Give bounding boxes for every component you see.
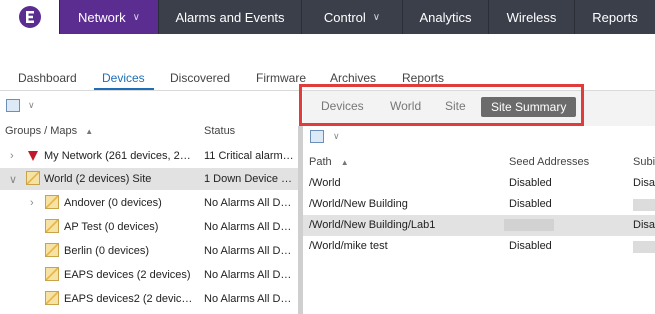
cell-path: /World/mike test <box>309 240 388 252</box>
tab-dashboard[interactable]: Dashboard <box>18 71 77 85</box>
redacted-cell <box>633 241 655 253</box>
path-header-label: Path <box>309 156 332 168</box>
table-menu-icon[interactable] <box>310 130 324 143</box>
tree-row-status: No Alarms All D… <box>204 293 292 305</box>
tab-devices[interactable]: Devices <box>102 71 145 85</box>
sort-ascending-icon: ▲ <box>340 158 349 167</box>
nav-analytics-label: Analytics <box>419 9 472 25</box>
tree-row-berlin[interactable]: Berlin (0 devices) No Alarms All D… <box>0 240 298 262</box>
extreme-logo-icon[interactable] <box>0 0 59 34</box>
tree-row-ap-test[interactable]: AP Test (0 devices) No Alarms All D… <box>0 216 298 238</box>
cell-subnet: Disa <box>633 219 655 231</box>
tree-row-label: Andover (0 devices) <box>64 197 162 209</box>
column-header-groups-maps[interactable]: Groups / Maps ▲ <box>5 125 93 137</box>
map-icon <box>45 195 59 209</box>
cell-subnet: Disa <box>633 177 655 189</box>
tree-row-status: No Alarms All D… <box>204 269 292 281</box>
tree-row-status: 1 Down Device … <box>204 173 293 185</box>
nav-analytics[interactable]: Analytics <box>402 0 488 34</box>
map-icon <box>45 267 59 281</box>
site-summary-table: ∨ Path ▲ Seed Addresses Subi /World Disa… <box>303 126 655 314</box>
expand-arrow-icon[interactable]: › <box>30 197 34 209</box>
cell-path: /World/New Building/Lab1 <box>309 219 436 231</box>
cell-seed: Disabled <box>509 177 552 189</box>
tab-firmware[interactable]: Firmware <box>256 71 306 85</box>
map-icon <box>45 291 59 305</box>
map-icon <box>45 243 59 257</box>
table-row[interactable]: /World/mike test Disabled <box>303 236 655 257</box>
tree-row-status: No Alarms All D… <box>204 245 292 257</box>
nav-alarms-and-events[interactable]: Alarms and Events <box>158 0 301 34</box>
tree-row-status: No Alarms All D… <box>204 197 292 209</box>
cell-seed: Disabled <box>509 198 552 210</box>
chevron-down-icon[interactable]: ∨ <box>333 131 340 142</box>
red-triangle-icon <box>28 151 38 161</box>
tree-row-andover[interactable]: › Andover (0 devices) No Alarms All D… <box>0 192 298 214</box>
tab-archives[interactable]: Archives <box>330 71 376 85</box>
nav-network-label: Network <box>77 9 126 25</box>
chevron-down-icon[interactable]: ∨ <box>28 100 35 111</box>
column-header-path[interactable]: Path ▲ <box>309 156 349 168</box>
map-icon <box>45 219 59 233</box>
table-row[interactable]: /World Disabled Disa <box>303 173 655 194</box>
tree-row-status: No Alarms All D… <box>204 221 292 233</box>
expand-arrow-icon[interactable]: › <box>10 150 14 162</box>
highlight-annotation-box <box>299 84 584 126</box>
cell-path: /World <box>309 177 341 189</box>
column-header-subnet[interactable]: Subi <box>633 156 655 168</box>
tree-row-label: AP Test (0 devices) <box>64 221 159 233</box>
tree-row-eaps-devices2[interactable]: EAPS devices2 (2 devic… No Alarms All D… <box>0 288 298 310</box>
table-row[interactable]: /World/New Building Disabled <box>303 194 655 215</box>
tree-row-label: EAPS devices (2 devices) <box>64 269 191 281</box>
tree-row-my-network[interactable]: › My Network (261 devices, 2… 11 Critica… <box>0 145 298 167</box>
cell-seed: Disabled <box>509 240 552 252</box>
groups-maps-header-label: Groups / Maps <box>5 125 78 137</box>
column-header-status[interactable]: Status <box>204 125 235 137</box>
nav-alarms-label: Alarms and Events <box>175 9 285 25</box>
tree-row-eaps-devices[interactable]: EAPS devices (2 devices) No Alarms All D… <box>0 264 298 286</box>
groups-maps-panel: ∨ Groups / Maps ▲ Status › My Network (2… <box>0 91 300 314</box>
tree-row-label: My Network (261 devices, 2… <box>44 150 191 162</box>
tree-row-status: 11 Critical alarm… <box>204 150 294 162</box>
nav-reports-label: Reports <box>592 9 638 25</box>
nav-wireless[interactable]: Wireless <box>488 0 574 34</box>
tree-row-label: World (2 devices) Site <box>44 173 152 185</box>
sort-ascending-icon: ▲ <box>85 127 94 136</box>
tree-row-label: Berlin (0 devices) <box>64 245 149 257</box>
chevron-down-icon: ∨ <box>372 11 381 23</box>
top-navigation-bar: Network ∨ Alarms and Events Control ∨ An… <box>0 0 655 34</box>
map-icon <box>26 171 40 185</box>
nav-wireless-label: Wireless <box>506 9 557 25</box>
chevron-down-icon: ∨ <box>132 11 140 23</box>
table-menu-icon[interactable] <box>6 99 20 112</box>
cell-path: /World/New Building <box>309 198 408 210</box>
collapse-arrow-icon[interactable]: ∨ <box>9 173 17 186</box>
redacted-cell <box>504 219 554 231</box>
tree-toolbar: ∨ <box>0 91 300 119</box>
tab-discovered[interactable]: Discovered <box>170 71 230 85</box>
nav-control[interactable]: Control ∨ <box>301 0 402 34</box>
nav-reports[interactable]: Reports <box>574 0 655 34</box>
tab-reports[interactable]: Reports <box>402 71 444 85</box>
nav-control-label: Control <box>323 9 366 25</box>
nav-network[interactable]: Network ∨ <box>59 0 158 34</box>
redacted-cell <box>633 199 655 211</box>
column-header-seed-addresses[interactable]: Seed Addresses <box>509 156 589 168</box>
tree-row-label: EAPS devices2 (2 devic… <box>64 293 193 305</box>
table-row[interactable]: /World/New Building/Lab1 Disa <box>303 215 655 236</box>
tree-row-world[interactable]: ∨ World (2 devices) Site 1 Down Device … <box>0 168 298 190</box>
